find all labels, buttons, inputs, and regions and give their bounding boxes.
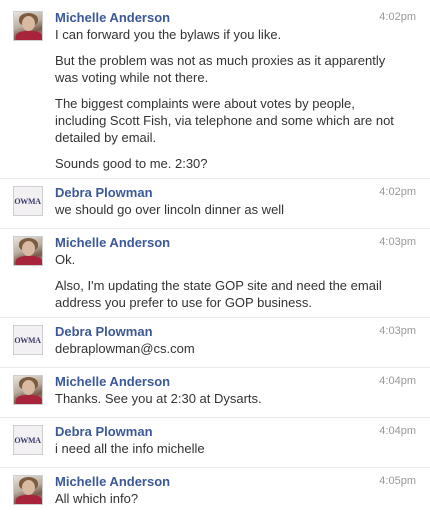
sender-name[interactable]: Debra Plowman bbox=[55, 184, 153, 201]
sender-name[interactable]: Michelle Anderson bbox=[55, 473, 170, 490]
timestamp: 4:04pm bbox=[379, 375, 416, 387]
message-group-3: Michelle Anderson 4:03pm Ok. Also, I'm u… bbox=[0, 229, 430, 318]
avatar-michelle-anderson[interactable] bbox=[13, 11, 43, 41]
avatar-debra-plowman[interactable]: LOWMA bbox=[13, 186, 43, 216]
message-text: we should go over lincoln dinner as well bbox=[55, 202, 285, 217]
message-text: Sounds good to me. 2:30? bbox=[55, 156, 208, 171]
message-body: we should go over lincoln dinner as well bbox=[55, 201, 395, 218]
message-text: The biggest complaints were about votes … bbox=[55, 96, 394, 145]
message-body: Ok. Also, I'm updating the state GOP sit… bbox=[55, 251, 395, 311]
message-text: Thanks. See you at 2:30 at Dysarts. bbox=[55, 391, 262, 406]
message-body: All which info? bbox=[55, 490, 395, 507]
sender-name[interactable]: Michelle Anderson bbox=[55, 234, 170, 251]
message-group-6: LOWMA Debra Plowman 4:04pm i need all th… bbox=[0, 418, 430, 468]
message-group-1: Michelle Anderson 4:02pm I can forward y… bbox=[0, 4, 430, 179]
avatar-debra-plowman[interactable]: LOWMA bbox=[13, 425, 43, 455]
timestamp: 4:04pm bbox=[379, 425, 416, 437]
avatar-logo-text: LOWMA bbox=[14, 196, 41, 206]
timestamp: 4:03pm bbox=[379, 325, 416, 337]
message-group-5: Michelle Anderson 4:04pm Thanks. See you… bbox=[0, 368, 430, 418]
message-body: i need all the info michelle bbox=[55, 440, 395, 457]
sender-name[interactable]: Michelle Anderson bbox=[55, 373, 170, 390]
message-text: Ok. bbox=[55, 252, 76, 267]
message-thread: Michelle Anderson 4:02pm I can forward y… bbox=[0, 0, 430, 510]
avatar-debra-plowman[interactable]: LOWMA bbox=[13, 325, 43, 355]
sender-name[interactable]: Michelle Anderson bbox=[55, 9, 170, 26]
message-text: All which info? bbox=[55, 491, 139, 506]
message-body: Thanks. See you at 2:30 at Dysarts. bbox=[55, 390, 395, 407]
avatar-logo-text: LOWMA bbox=[14, 435, 41, 445]
message-text: But the problem was not as much proxies … bbox=[55, 53, 386, 85]
timestamp: 4:02pm bbox=[379, 11, 416, 23]
message-text: Also, I'm updating the state GOP site an… bbox=[55, 278, 382, 310]
avatar-michelle-anderson[interactable] bbox=[13, 236, 43, 266]
message-group-4: LOWMA Debra Plowman 4:03pm debraplowman@… bbox=[0, 318, 430, 368]
message-text: I can forward you the bylaws if you like… bbox=[55, 27, 282, 42]
avatar-michelle-anderson[interactable] bbox=[13, 475, 43, 505]
timestamp: 4:05pm bbox=[379, 475, 416, 487]
message-body: I can forward you the bylaws if you like… bbox=[55, 26, 395, 172]
sender-name[interactable]: Debra Plowman bbox=[55, 423, 153, 440]
sender-name[interactable]: Debra Plowman bbox=[55, 323, 153, 340]
avatar-michelle-anderson[interactable] bbox=[13, 375, 43, 405]
avatar-logo-text: LOWMA bbox=[14, 335, 41, 345]
message-body: debraplowman@cs.com bbox=[55, 340, 395, 357]
timestamp: 4:02pm bbox=[379, 186, 416, 198]
timestamp: 4:03pm bbox=[379, 236, 416, 248]
message-text: debraplowman@cs.com bbox=[55, 341, 195, 356]
message-group-2: LOWMA Debra Plowman 4:02pm we should go … bbox=[0, 179, 430, 229]
message-text: i need all the info michelle bbox=[55, 441, 205, 456]
